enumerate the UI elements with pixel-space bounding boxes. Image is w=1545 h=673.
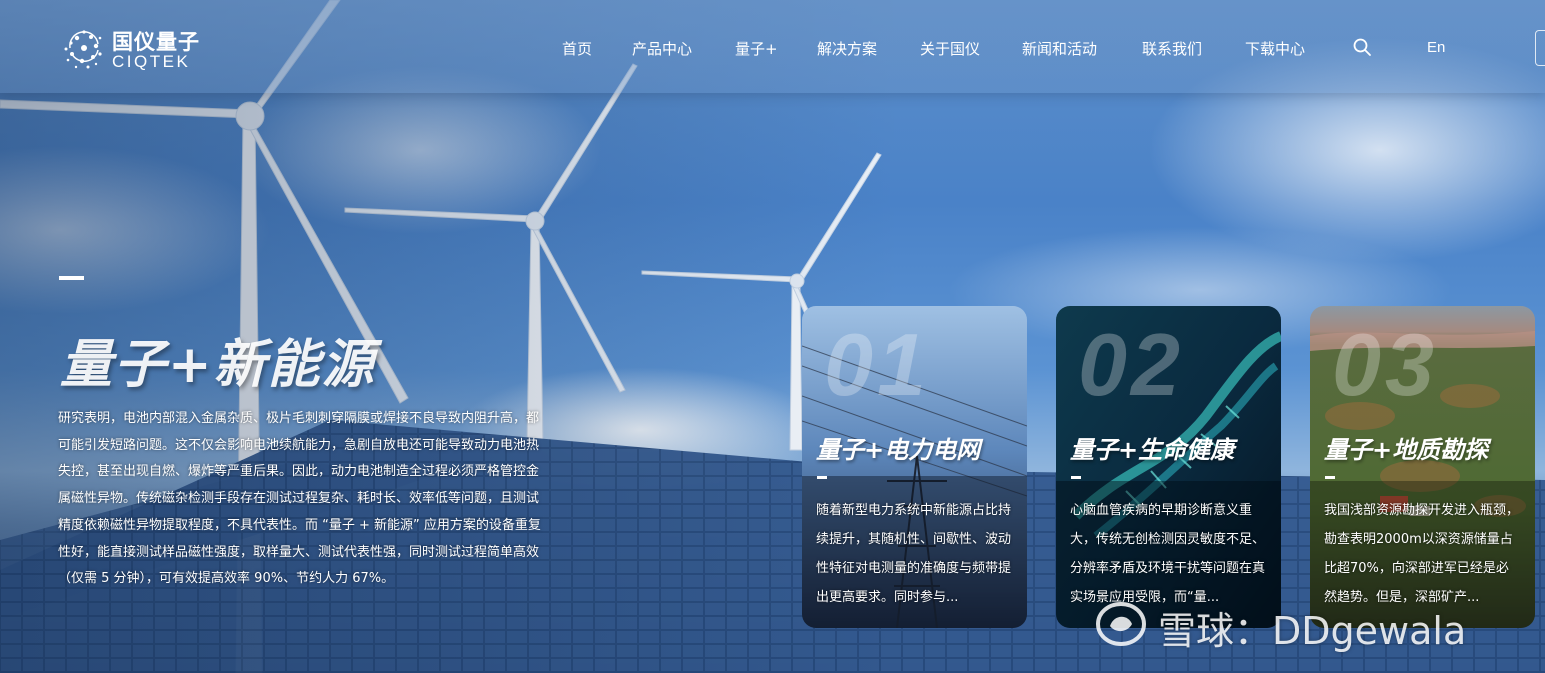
main-nav: 首页 产品中心 量子+ 解决方案 关于国仪 新闻和活动 联系我们 下载中心 bbox=[0, 38, 1545, 62]
site-header: 国仪量子 CIQTEK 首页 产品中心 量子+ 解决方案 关于国仪 新闻和活动 … bbox=[0, 0, 1545, 93]
card-title: 量子+地质勘探 bbox=[1324, 436, 1489, 464]
card-accent-dash bbox=[1071, 476, 1081, 479]
card-number: 03 bbox=[1332, 315, 1438, 414]
nav-item-home[interactable]: 首页 bbox=[562, 38, 592, 59]
nav-item-contact[interactable]: 联系我们 bbox=[1142, 38, 1202, 59]
card-description: 心脑血管疾病的早期诊断意义重大，传统无创检测因灵敏度不足、分辨率矛盾及环境干扰等… bbox=[1070, 503, 1266, 605]
card-title: 量子+电力电网 bbox=[816, 436, 981, 464]
card-description: 我国浅部资源勘探开发进入瓶颈，勘查表明2000m以深资源储量占比超70%，向深部… bbox=[1324, 503, 1520, 605]
solution-card-power-grid[interactable]: 01 量子+电力电网 随着新型电力系统中新能源占比持续提升，其随机性、间歇性、波… bbox=[802, 306, 1027, 628]
watermark: 雪球：DDgewala bbox=[1094, 596, 1524, 656]
hero-description: 研究表明，电池内部混入金属杂质、极片毛刺刺穿隔膜或焊接不良导致内阻升高，都可能引… bbox=[58, 411, 541, 587]
solution-card-geology[interactable]: 03 量子+地质勘探 我国浅部资源勘探开发进入瓶颈，勘查表明2000m以深资源储… bbox=[1310, 306, 1535, 628]
header-edge-button[interactable] bbox=[1535, 30, 1545, 66]
nav-item-news[interactable]: 新闻和活动 bbox=[1022, 38, 1097, 59]
card-description: 随着新型电力系统中新能源占比持续提升，其随机性、间歇性、波动性特征对电测量的准确… bbox=[816, 503, 1012, 605]
nav-item-about[interactable]: 关于国仪 bbox=[920, 38, 980, 59]
watermark-text: 雪球：DDgewala bbox=[1158, 609, 1467, 653]
snowball-logo-icon bbox=[1095, 601, 1147, 647]
card-number: 02 bbox=[1078, 315, 1184, 414]
card-title: 量子+生命健康 bbox=[1070, 436, 1235, 464]
hero-accent-dash bbox=[59, 276, 84, 280]
nav-item-solutions[interactable]: 解决方案 bbox=[817, 38, 877, 59]
solution-card-life-health[interactable]: 02 量子+生命健康 心脑血管疾病的早期诊断意义重大，传统无创检测因灵敏度不足、… bbox=[1056, 306, 1281, 628]
hero-title: 量子+新能源 bbox=[60, 335, 376, 395]
language-switch[interactable]: En bbox=[1427, 39, 1445, 56]
card-accent-dash bbox=[1325, 476, 1335, 479]
nav-item-downloads[interactable]: 下载中心 bbox=[1245, 38, 1305, 59]
nav-item-quantum-plus[interactable]: 量子+ bbox=[735, 38, 778, 59]
nav-item-products[interactable]: 产品中心 bbox=[632, 38, 692, 59]
search-icon[interactable] bbox=[1352, 37, 1372, 57]
card-number: 01 bbox=[824, 315, 930, 414]
card-accent-dash bbox=[817, 476, 827, 479]
